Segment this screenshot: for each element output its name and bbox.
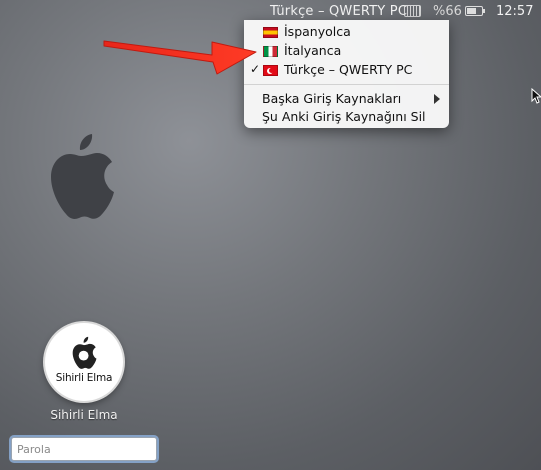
password-field[interactable] bbox=[11, 437, 157, 461]
avatar-caption: Sihirli Elma bbox=[55, 372, 113, 384]
apple-logo-icon bbox=[72, 336, 97, 369]
apple-logo-icon bbox=[51, 134, 114, 219]
user-avatar[interactable]: Sihirli Elma bbox=[45, 323, 123, 401]
mouse-pointer-icon bbox=[531, 88, 541, 104]
username-label: Sihirli Elma bbox=[50, 408, 118, 422]
